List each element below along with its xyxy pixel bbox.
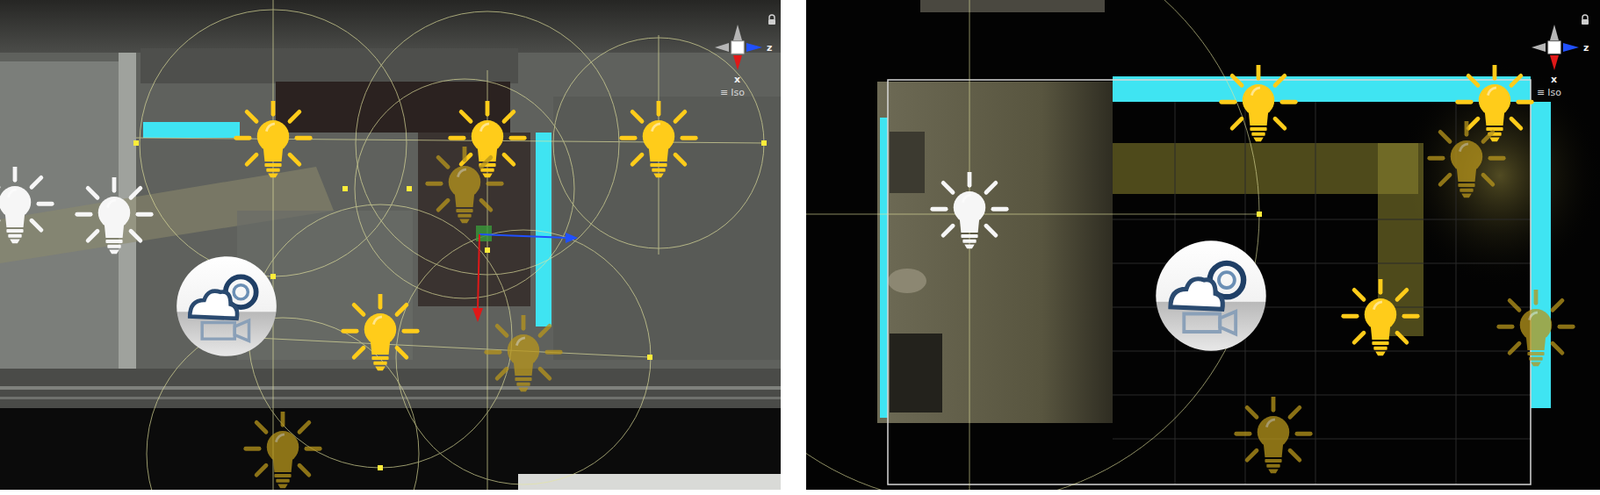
light-bulb-icon[interactable] [0, 166, 58, 252]
light-bulb-icon[interactable] [1231, 396, 1316, 482]
scene-view[interactable]: x z ≡Iso [806, 0, 1600, 491]
z-axis-label: z [765, 42, 773, 54]
light-bulb-icon[interactable] [230, 100, 316, 186]
light-bulb-icon[interactable] [422, 146, 507, 231]
camera-icon[interactable] [175, 255, 278, 358]
light-bulb-icon[interactable] [481, 315, 566, 400]
light-bulb-icon[interactable] [1452, 64, 1537, 150]
light-bulb-icon[interactable] [927, 172, 1012, 257]
camera-icon[interactable] [1154, 239, 1268, 353]
x-axis-label: x [733, 73, 742, 86]
light-bulb-icon[interactable] [616, 100, 701, 186]
projection-toggle[interactable]: ≡Iso [1536, 87, 1562, 99]
light-bulb-icon[interactable] [1216, 64, 1301, 150]
projection-label[interactable]: Iso [730, 87, 745, 99]
light-bulb-icon[interactable] [1338, 279, 1423, 364]
lock-icon[interactable] [765, 8, 779, 22]
light-bulb-icon[interactable] [240, 411, 325, 491]
projection-label[interactable]: Iso [1547, 87, 1562, 99]
light-bulb-icon[interactable] [72, 177, 157, 262]
menu-icon[interactable]: ≡ [720, 87, 728, 99]
scene-view[interactable]: x z ≡Iso [0, 0, 781, 491]
menu-icon[interactable]: ≡ [1536, 87, 1545, 99]
orientation-gizmo[interactable]: x z ≡Iso [709, 19, 780, 99]
light-bulb-icon[interactable] [1493, 289, 1579, 375]
light-bulb-icon[interactable] [338, 294, 423, 379]
projection-toggle[interactable]: ≡Iso [720, 87, 745, 99]
orientation-gizmo[interactable]: x z ≡Iso [1526, 19, 1597, 99]
light-bulb-icon[interactable] [1424, 121, 1509, 206]
move-handle[interactable] [468, 223, 584, 330]
scene-views: xz≡Isoxz≡Iso [0, 0, 1600, 495]
x-axis-label: x [1549, 73, 1558, 86]
lock-icon[interactable] [1578, 8, 1592, 22]
z-axis-label: z [1582, 42, 1590, 54]
